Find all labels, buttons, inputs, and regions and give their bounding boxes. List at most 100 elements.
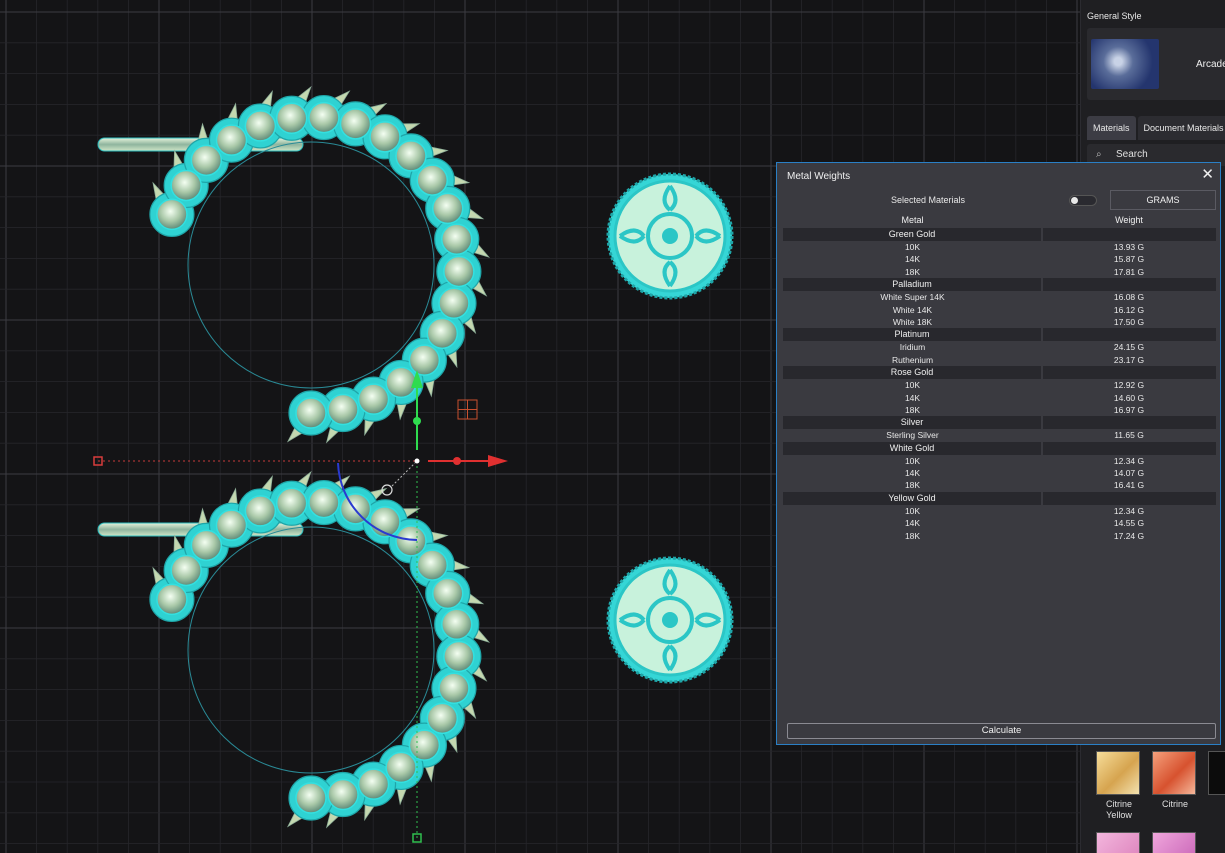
style-thumbnail [1091, 39, 1159, 89]
weight-cell: 14.60 G [1113, 392, 1145, 403]
cz-swatch [1208, 751, 1225, 795]
stone-tile-citrine[interactable]: Citrine [1152, 751, 1198, 810]
column-header-metal: Metal [901, 215, 924, 225]
gemstone [156, 198, 188, 231]
weight-cell: 14.55 G [1113, 518, 1145, 529]
metal-cell: White 18K [892, 316, 933, 327]
stone-tile-pink[interactable] [1096, 832, 1142, 853]
stone-tile-citrine-yellow[interactable]: Citrine Yellow [1096, 751, 1142, 821]
gemstone [215, 509, 248, 541]
search-icon: ⌕ [1096, 149, 1102, 160]
metal-group-header: Green Gold [783, 228, 1216, 241]
selected-materials-toggle[interactable] [1069, 195, 1097, 206]
metal-cell: Sterling Silver [886, 430, 939, 441]
metal-cell: White 14K [892, 304, 933, 315]
ring-model [97, 470, 491, 829]
style-card[interactable]: Arcade [1087, 28, 1225, 100]
rotation-guide [391, 462, 416, 487]
group-name: Green Gold [783, 228, 1041, 241]
table-row: Iridium 24.15 G [783, 341, 1216, 353]
gemstone [156, 583, 188, 616]
gemstone [385, 751, 417, 784]
close-button[interactable]: ✕ [1201, 166, 1214, 184]
tab-document-materials[interactable]: Document Materials [1137, 116, 1225, 140]
gemstone [426, 317, 459, 350]
gemstone [295, 782, 327, 814]
stone-label: Citrine [1161, 799, 1188, 809]
metal-cell: 18K [904, 404, 921, 415]
metal-cell: 10K [904, 455, 921, 466]
metal-weights-dialog: Metal Weights ✕ Selected Materials GRAMS… [776, 162, 1221, 745]
gemstone [190, 144, 223, 177]
group-name: Rose Gold [783, 366, 1041, 380]
gemstone [357, 768, 390, 800]
tab-materials[interactable]: Materials [1087, 116, 1136, 140]
table-row: 14K 14.60 G [783, 392, 1216, 404]
table-row: 10K 12.34 G [783, 455, 1216, 467]
table-row: White 14K 16.12 G [783, 304, 1216, 316]
metal-cell: White Super 14K [880, 292, 945, 303]
metal-cell: 18K [904, 266, 921, 277]
table-row: 18K 16.41 G [783, 479, 1216, 491]
group-name: White Gold [783, 441, 1041, 455]
gemstone [395, 140, 427, 172]
table-row: 18K 16.97 G [783, 404, 1216, 416]
gizmo-origin [414, 458, 420, 464]
metal-group-header: Palladium [783, 278, 1216, 292]
gemstone [295, 397, 327, 429]
weight-cell: 16.12 G [1113, 304, 1145, 315]
gemstone [369, 121, 401, 153]
gemstone [416, 549, 448, 581]
weight-cell: 15.87 G [1113, 254, 1145, 265]
x-arrow-dot [453, 457, 461, 465]
gemstone [357, 383, 390, 415]
gemstone [443, 255, 475, 288]
metal-cell: 10K [904, 505, 921, 516]
group-name: Palladium [783, 278, 1041, 292]
weight-cell: 24.15 G [1113, 342, 1145, 353]
weight-cell: 16.41 G [1113, 480, 1145, 491]
gemstone [327, 393, 359, 426]
metal-cell: 14K [904, 254, 921, 265]
metal-group-header: Rose Gold [783, 366, 1216, 380]
gemstone [438, 287, 470, 320]
column-header-weight: Weight [1115, 215, 1143, 225]
gemstone [190, 529, 223, 562]
citrine-swatch [1152, 751, 1196, 795]
group-weight-cell [1043, 328, 1216, 342]
metal-group-header: Platinum [783, 328, 1216, 342]
stone-tile-magenta[interactable] [1152, 832, 1198, 853]
stone-tile-cz[interactable]: CZ [1208, 751, 1225, 810]
gemstone [244, 495, 277, 527]
group-weight-cell [1043, 366, 1216, 380]
gemstone [275, 102, 308, 135]
group-weight-cell [1043, 416, 1216, 430]
weight-cell: 12.92 G [1113, 380, 1145, 391]
gemstone [443, 640, 475, 673]
material-tabs: Materials Document Materials [1087, 116, 1225, 140]
gemstone [441, 223, 473, 256]
gemstone [215, 124, 248, 156]
metal-cell: 14K [904, 468, 921, 479]
magenta-swatch [1152, 832, 1196, 853]
units-button[interactable]: GRAMS [1110, 190, 1216, 210]
gemstone [308, 101, 340, 134]
weight-cell: 16.08 G [1113, 292, 1145, 303]
table-row: White Super 14K 16.08 G [783, 291, 1216, 303]
medallion [606, 172, 734, 300]
dialog-title: Metal Weights [787, 171, 851, 182]
metal-cell: 18K [904, 530, 921, 541]
table-row: Sterling Silver 11.65 G [783, 429, 1216, 441]
medallion-center [662, 228, 678, 244]
y-arrow-dot [413, 417, 421, 425]
metal-cell: 14K [904, 392, 921, 403]
weights-table-header: Metal Weight [783, 214, 1216, 227]
medallion-center [662, 612, 678, 628]
calculate-button[interactable]: Calculate [787, 723, 1216, 739]
metal-group-header: White Gold [783, 441, 1216, 455]
metal-cell: 18K [904, 480, 921, 491]
metal-group-header: Silver [783, 416, 1216, 430]
gemstone [327, 778, 359, 811]
weight-cell: 11.65 G [1114, 430, 1144, 441]
gemstone [441, 608, 473, 641]
